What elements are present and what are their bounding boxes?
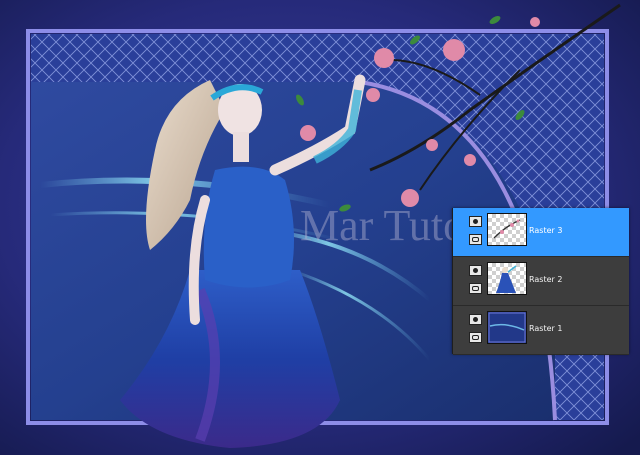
layer-row-raster-1[interactable]: Raster 1 [453,306,629,355]
layer-name: Raster 3 [529,226,563,235]
layer-visibility-icon[interactable] [469,216,482,227]
layer-thumbnail-woman-figure [487,262,527,295]
layer-lock-icon[interactable] [469,234,482,245]
layer-visibility-icon[interactable] [469,314,482,325]
layer-lock-icon[interactable] [469,283,482,294]
layer-thumbnail-blue-background [487,311,527,344]
layer-row-raster-2[interactable]: Raster 2 [453,257,629,306]
layer-lock-icon[interactable] [469,332,482,343]
layer-name: Raster 1 [529,324,563,333]
layer-thumbnail-flower-branch [487,213,527,246]
layer-visibility-icon[interactable] [469,265,482,276]
layers-panel: Raster 3 Raster 2 Raster 1 [452,208,629,355]
layer-name: Raster 2 [529,275,563,284]
layer-row-raster-3[interactable]: Raster 3 [453,208,629,257]
